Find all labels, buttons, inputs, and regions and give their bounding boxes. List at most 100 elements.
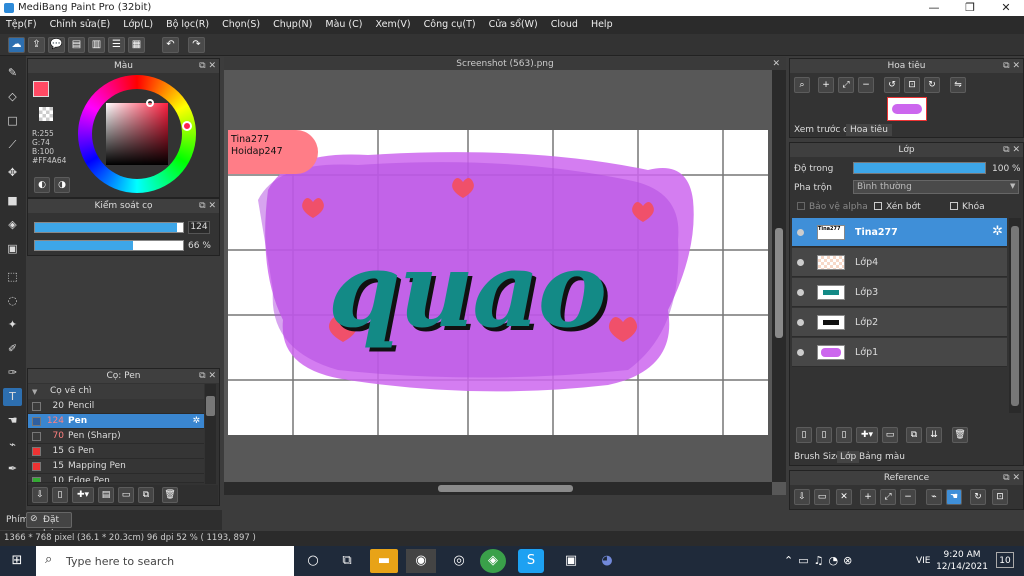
grid-icon[interactable]: ▦ [128,37,145,53]
line-tool-icon[interactable]: ⟋ [3,136,22,154]
fit-icon[interactable]: ⤢ [838,77,854,93]
close-button[interactable]: ✕ [988,0,1024,16]
maximize-button[interactable]: ❐ [952,0,988,16]
doc-icon[interactable]: ▤ [68,37,85,53]
ref-eyedropper-icon[interactable]: ⌁ [926,489,942,505]
menu-snap[interactable]: Chụp(N) [267,16,316,30]
menu-help[interactable]: Help [585,16,617,30]
undo-icon[interactable]: ↶ [162,37,179,53]
chrome-icon[interactable]: ◉ [406,549,436,573]
tab-navigator[interactable]: Hoa tiêu [846,124,892,136]
select-rect-icon[interactable]: ⬚ [3,268,22,286]
hand-tool-icon[interactable]: ☚ [3,412,22,430]
discord-icon[interactable]: ◕ [592,549,622,573]
menu-edit[interactable]: Chỉnh sửa(E) [44,16,115,30]
visibility-icon[interactable] [797,289,804,296]
new-layer3-icon[interactable]: ▯ [836,427,852,443]
zoom-out-icon[interactable]: − [858,77,874,93]
clipping-checkbox[interactable] [874,202,882,210]
ref-cloud-icon[interactable]: ⇩ [794,489,810,505]
tab-layer[interactable]: Lớp [837,451,860,463]
secondary-color-swatch[interactable] [39,107,53,121]
collapse-icon[interactable]: ▼ [32,388,37,396]
app-green2-icon[interactable]: ◈ [480,549,506,573]
list-icon[interactable]: ☰ [108,37,125,53]
new-brush-icon[interactable]: ▯ [52,487,68,503]
notification-badge[interactable]: 10 [996,552,1014,568]
file-explorer-icon[interactable]: ▬ [370,549,398,573]
add-layer-dropdown-icon[interactable]: ✚▾ [856,427,878,443]
fill-rect-tool-icon[interactable]: ■ [3,192,22,210]
primary-color-swatch[interactable] [33,81,49,97]
blend-mode-select[interactable]: Bình thường [853,180,1019,194]
duplicate-layer-icon[interactable]: ⧉ [906,427,922,443]
cloud-icon[interactable]: ☁ [8,37,25,53]
palette-icon[interactable]: ◐ [34,177,50,193]
select-pen-icon[interactable]: ✐ [3,340,22,358]
rotate-right-icon[interactable]: ↻ [924,77,940,93]
menu-cloud[interactable]: Cloud [545,16,582,30]
rect-tool-icon[interactable]: □ [3,112,22,130]
canvas-area[interactable]: quao quao Tina277 Hoidap247 [224,70,786,495]
windows-start-icon[interactable]: ⊞ [2,549,32,573]
protect-alpha-checkbox[interactable] [797,202,805,210]
brush-opacity-slider[interactable] [34,240,184,251]
brush-item[interactable]: 20 Pencil [28,399,204,414]
select-erase-icon[interactable]: ✑ [3,364,22,382]
brush-tool-icon[interactable]: ✎ [3,64,22,82]
brush-item[interactable]: 15 G Pen [28,444,204,459]
folder-layer-icon[interactable]: ▭ [882,427,898,443]
visibility-icon[interactable] [797,229,804,236]
menu-color[interactable]: Màu (C) [319,16,366,30]
reset-view-icon[interactable]: ⊡ [904,77,920,93]
brush-group-header[interactable]: Cọ vẽ chì [28,384,204,399]
cortana-icon[interactable]: ○ [298,549,328,573]
ref-close-icon[interactable]: ✕ [836,489,852,505]
gradient-tool-icon[interactable]: ▣ [3,240,22,258]
text-tool-icon[interactable]: T [3,388,22,406]
brush-props-icon[interactable]: ▤ [98,487,114,503]
teams-icon[interactable]: ▣ [556,549,586,573]
eyedropper-icon[interactable]: ⌁ [3,436,22,454]
brush-size-slider[interactable] [34,222,184,233]
palette2-icon[interactable]: ◑ [54,177,70,193]
tab-palette[interactable]: Bảng màu [859,452,905,462]
new-layer2-icon[interactable]: ▯ [816,427,832,443]
rotate-left-icon[interactable]: ↺ [884,77,900,93]
new-layer-icon[interactable]: ▯ [796,427,812,443]
lasso-icon[interactable]: ◌ [3,292,22,310]
menu-layer[interactable]: Lớp(L) [117,16,157,30]
pen-tool-icon[interactable]: ✒ [3,460,22,478]
add-brush-icon[interactable]: ✚▾ [72,487,94,503]
canvas-close-icon[interactable]: ✕ [772,57,780,71]
app-green-icon[interactable]: ◎ [444,549,474,573]
task-view-icon[interactable]: ⧉ [332,549,362,573]
sv-cursor[interactable] [146,99,154,107]
tray-icons[interactable]: ⌃▭♫◔⊗ [784,554,857,567]
menu-window[interactable]: Cửa sổ(W) [483,16,542,30]
layer-row[interactable]: Lớp1 [792,338,1007,367]
visibility-icon[interactable] [797,349,804,356]
folder-icon[interactable]: ▭ [118,487,134,503]
brush-size-value[interactable]: 124 [188,221,210,234]
trash-icon[interactable]: 🗑 [162,487,178,503]
zoom-in-icon[interactable]: + [818,77,834,93]
duplicate-icon[interactable]: ⧉ [138,487,154,503]
merge-layer-icon[interactable]: ⇊ [926,427,942,443]
ref-hand-icon[interactable]: ☚ [946,489,962,505]
cloud-download-icon[interactable]: ⇩ [32,487,48,503]
magic-wand-icon[interactable]: ✦ [3,316,22,334]
tab-brush-preview[interactable]: Xem trước cọ [794,125,854,135]
skype-icon[interactable]: S [518,549,544,573]
canvas-hscrollbar[interactable] [224,482,772,495]
ref-reset-icon[interactable]: ⊡ [992,489,1008,505]
ref-fit-icon[interactable]: ⤢ [880,489,896,505]
visibility-icon[interactable] [797,319,804,326]
menu-view[interactable]: Xem(V) [370,16,415,30]
canvas-tab[interactable]: Screenshot (563).png [456,59,553,69]
minimize-button[interactable]: — [916,0,952,16]
flip-icon[interactable]: ⇋ [950,77,966,93]
layer-scrollbar[interactable] [1009,218,1021,413]
ref-zoom-out-icon[interactable]: − [900,489,916,505]
ref-zoom-in-icon[interactable]: + [860,489,876,505]
